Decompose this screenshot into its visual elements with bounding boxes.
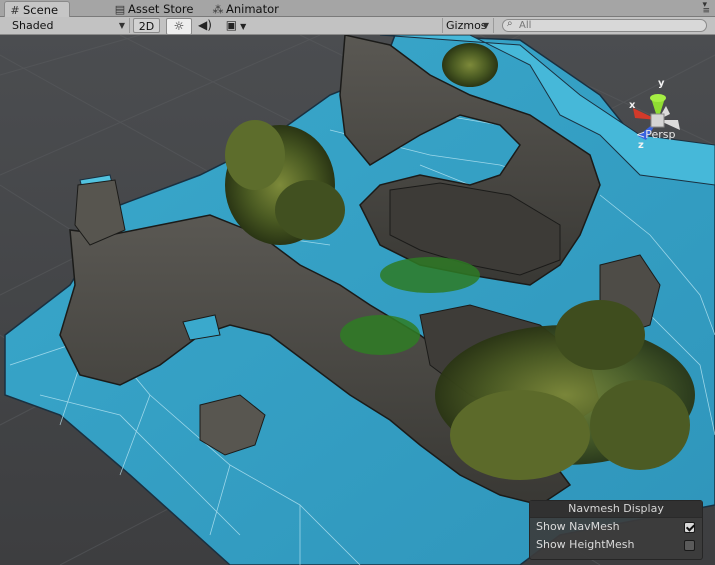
- projection-toggle[interactable]: <Persp: [636, 128, 675, 141]
- store-icon: ▤: [114, 3, 126, 16]
- audio-toggle[interactable]: ◀): [193, 18, 217, 33]
- mode-2d-button[interactable]: 2D: [133, 18, 160, 33]
- navmesh-display-panel: Navmesh Display Show NavMesh Show Height…: [529, 500, 703, 560]
- search-input[interactable]: [519, 20, 699, 31]
- scene-toolbar: Shaded ▼ 2D ☼ ◀) ▣ ▼ Gizmos ▼ ⌕: [0, 17, 715, 35]
- show-heightmesh-row[interactable]: Show HeightMesh: [536, 537, 696, 553]
- tab-animator[interactable]: ⁂ Animator: [208, 1, 285, 17]
- gizmos-label: Gizmos: [446, 19, 487, 32]
- chevron-down-icon: ▼: [118, 21, 125, 30]
- scene-render: [0, 35, 715, 565]
- tab-scene[interactable]: # Scene: [4, 1, 70, 17]
- tab-label: Scene: [23, 3, 59, 17]
- orientation-gizmo[interactable]: y x z: [618, 78, 698, 173]
- x-axis-label: x: [629, 100, 636, 111]
- speaker-icon: ◀): [198, 18, 212, 32]
- panel-menu-icon[interactable]: ▾ ≡: [702, 1, 710, 16]
- effects-dropdown[interactable]: ▣ ▼: [220, 18, 252, 33]
- gizmos-dropdown[interactable]: Gizmos ▼: [442, 18, 494, 33]
- axis-gizmo-icon: [633, 94, 680, 140]
- show-heightmesh-checkbox[interactable]: [684, 540, 695, 551]
- tab-bar: # Scene ▤ Asset Store ⁂ Animator ▾ ≡: [0, 0, 715, 17]
- tab-label: Animator: [226, 2, 279, 16]
- projection-label: Persp: [645, 128, 676, 141]
- sun-icon: ☼: [173, 19, 185, 33]
- z-axis-label: z: [638, 140, 644, 151]
- chevron-down-icon: ▼: [482, 21, 489, 30]
- search-icon: ⌕: [507, 18, 513, 29]
- scene-lighting-toggle[interactable]: ☼: [166, 18, 192, 35]
- search-field[interactable]: ⌕: [502, 18, 707, 32]
- shading-mode-dropdown[interactable]: Shaded ▼: [0, 18, 130, 33]
- perspective-icon: <: [636, 128, 646, 141]
- tab-label: Asset Store: [128, 2, 194, 16]
- show-heightmesh-label: Show HeightMesh: [536, 538, 635, 551]
- y-axis-label: y: [658, 78, 665, 89]
- shading-mode-value: Shaded: [12, 19, 54, 32]
- animator-icon: ⁂: [212, 3, 224, 16]
- show-navmesh-label: Show NavMesh: [536, 520, 620, 533]
- navmesh-panel-title: Navmesh Display: [530, 501, 702, 518]
- show-navmesh-checkbox[interactable]: [684, 522, 695, 533]
- chevron-down-icon: ▼: [240, 22, 247, 31]
- image-icon: ▣: [225, 18, 238, 32]
- scene-viewport[interactable]: y x z <Persp: [0, 35, 715, 565]
- tab-asset-store[interactable]: ▤ Asset Store: [110, 1, 200, 17]
- show-navmesh-row[interactable]: Show NavMesh: [536, 519, 696, 535]
